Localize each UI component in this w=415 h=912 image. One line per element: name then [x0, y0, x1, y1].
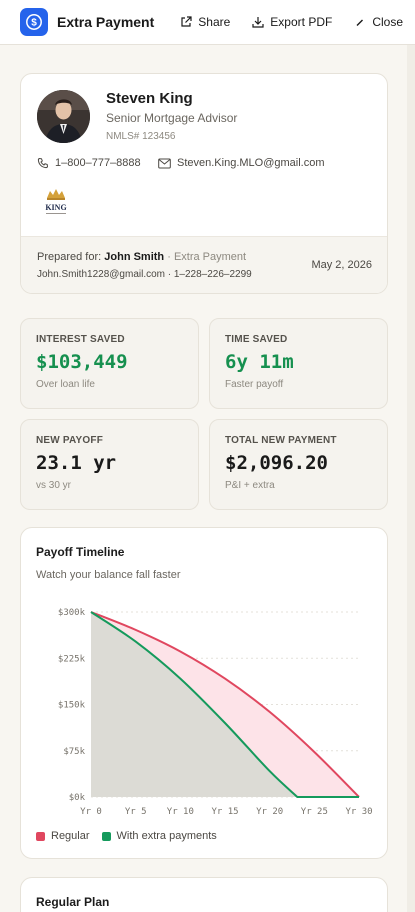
y-tick-label: $0k [69, 793, 86, 803]
advisor-name: Steven King [106, 90, 193, 107]
scrollbar[interactable] [407, 45, 415, 912]
svg-text:KING: KING [45, 203, 66, 212]
stat-value: $103,449 [36, 351, 128, 373]
legend-swatch-extra [101, 831, 111, 841]
x-tick-label: Yr 25 [301, 807, 328, 817]
stat-sub: Over loan life [36, 379, 95, 390]
legend-label-regular: Regular [51, 830, 90, 842]
prepared-for-bar: Prepared for: John Smith · Extra Payment… [21, 236, 387, 293]
phone-icon [37, 157, 49, 169]
advisor-nmls: NMLS# 123456 [106, 131, 176, 142]
legend-swatch-regular [36, 831, 45, 841]
avatar [37, 90, 90, 143]
email-link[interactable]: Steven.King.MLO@gmail.com [158, 157, 325, 169]
stat-label: INTEREST SAVED [36, 334, 125, 345]
time-saved-card: TIME SAVED 6y 11m Faster payoff [209, 318, 388, 409]
y-tick-label: $300k [58, 608, 86, 618]
company-logo: KING [38, 183, 74, 219]
chart-legend: Regular With extra payments [36, 830, 229, 842]
x-tick-label: Yr 20 [256, 807, 283, 817]
close-icon [356, 19, 364, 26]
client-contact: John.Smith1228@gmail.com · 1–228–226–229… [37, 269, 252, 280]
stat-label: TOTAL NEW PAYMENT [225, 435, 337, 446]
svg-text:$: $ [31, 18, 37, 29]
legend-item-regular: Regular [36, 830, 90, 842]
regular-plan-title: Regular Plan [36, 895, 110, 909]
export-pdf-button[interactable]: Export PDF [252, 15, 332, 29]
total-new-payment-card: TOTAL NEW PAYMENT $2,096.20 P&I + extra [209, 419, 388, 510]
stat-label: NEW PAYOFF [36, 435, 104, 446]
legend-item-extra: With extra payments [101, 830, 217, 842]
regular-plan-card: Regular Plan [20, 877, 388, 912]
client-name: John Smith [104, 251, 165, 263]
chart-subtitle: Watch your balance fall faster [36, 569, 181, 581]
prepared-for-line: Prepared for: John Smith · Extra Payment [37, 251, 246, 263]
stat-value: 23.1 yr [36, 452, 117, 474]
chart-title: Payoff Timeline [36, 545, 125, 559]
stat-label: TIME SAVED [225, 334, 288, 345]
app-title: Extra Payment [57, 14, 155, 30]
export-pdf-label: Export PDF [270, 15, 333, 29]
mail-icon [158, 158, 171, 168]
close-button[interactable]: Close [354, 15, 403, 29]
top-bar: $ Extra Payment Share Export PDF Close [0, 0, 415, 45]
payoff-chart: $300k $225k $150k $75k $0k Yr 0 Yr 5 Yr 10 Yr 15… [58, 608, 373, 817]
close-label: Close [372, 15, 403, 29]
prepared-date: May 2, 2026 [311, 259, 372, 271]
share-button[interactable]: Share [180, 15, 230, 29]
stat-value: 6y 11m [225, 351, 294, 373]
email-text: Steven.King.MLO@gmail.com [177, 157, 325, 169]
new-payoff-card: NEW PAYOFF 23.1 yr vs 30 yr [20, 419, 199, 510]
phone-link[interactable]: 1–800–777–8888 [37, 157, 141, 169]
stat-value: $2,096.20 [225, 452, 328, 474]
prepared-context: · Extra Payment [167, 251, 247, 263]
stat-sub: Faster payoff [225, 379, 284, 390]
x-tick-label: Yr 15 [211, 807, 238, 817]
x-tick-label: Yr 30 [345, 807, 372, 817]
share-icon [181, 16, 192, 27]
stat-sub: vs 30 yr [36, 480, 72, 491]
x-tick-label: Yr 10 [167, 807, 194, 817]
y-tick-label: $225k [58, 654, 86, 664]
prepared-label: Prepared for: [37, 251, 102, 263]
interest-saved-card: INTEREST SAVED $103,449 Over loan life [20, 318, 199, 409]
phone-text: 1–800–777–8888 [55, 157, 141, 169]
y-tick-label: $75k [63, 747, 85, 757]
dollar-icon: $ [20, 8, 48, 36]
payoff-timeline-card: Payoff Timeline Watch your balance fall … [20, 527, 388, 859]
x-tick-label: Yr 5 [125, 807, 147, 817]
x-tick-label: Yr 0 [80, 807, 102, 817]
share-label: Share [198, 15, 231, 29]
download-icon [252, 17, 264, 28]
advisor-role: Senior Mortgage Advisor [106, 111, 238, 125]
stat-sub: P&I + extra [225, 480, 275, 491]
advisor-card: Steven King Senior Mortgage Advisor NMLS… [20, 73, 388, 294]
y-tick-label: $150k [58, 701, 86, 711]
legend-label-extra: With extra payments [116, 830, 217, 842]
